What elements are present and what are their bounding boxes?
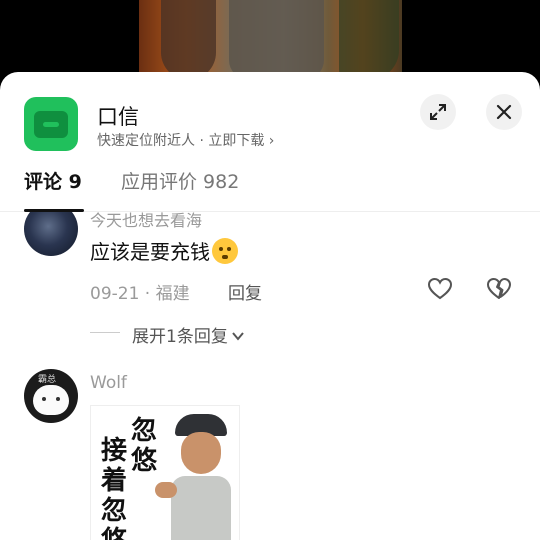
- expand-button[interactable]: [420, 94, 456, 130]
- comment-text-body: 应该是要充钱: [90, 240, 210, 264]
- app-name[interactable]: 口信: [97, 101, 139, 131]
- app-icon-glyph: [34, 111, 68, 138]
- meme-char-glyph: 悠: [99, 526, 129, 540]
- video-person-left: [161, 0, 216, 80]
- meme-image[interactable]: 忽悠 接着忽悠: [90, 405, 240, 540]
- meme-char-glyph: 悠: [130, 446, 157, 476]
- avatar-text: 霸总: [38, 375, 57, 385]
- meme-text-right: 忽悠: [129, 416, 159, 476]
- meme-char-glyph: 着: [100, 466, 127, 496]
- expand-replies-button[interactable]: 展开1条回复: [132, 322, 245, 347]
- meme-text-left: 接着忽悠: [99, 436, 129, 540]
- tab-app-reviews[interactable]: 应用评价 982: [121, 167, 239, 194]
- app-promo-header[interactable]: 口信 快速定位附近人 · 立即下载 ›: [0, 72, 540, 162]
- broken-heart-icon[interactable]: [486, 276, 512, 302]
- expand-divider: [90, 332, 120, 333]
- expand-replies-label: 展开1条回复: [132, 327, 228, 347]
- comment-sheet: 口信 快速定位附近人 · 立即下载 › 评论 9 应用评价 982 今天也想去看…: [0, 72, 540, 540]
- comment-username[interactable]: 今天也想去看海: [90, 212, 202, 231]
- avatar-cartoon-face: [33, 385, 69, 415]
- comment-text: 应该是要充钱: [90, 236, 238, 265]
- app-icon[interactable]: [24, 97, 78, 151]
- avatar[interactable]: 霸总: [24, 369, 78, 423]
- avatar[interactable]: [24, 212, 78, 256]
- comment-meta: 09-21 · 福建: [90, 284, 190, 304]
- meme-body: [171, 476, 231, 540]
- meme-char-glyph: 接: [100, 436, 127, 466]
- meme-hand: [155, 482, 177, 498]
- thinking-emoji-icon: [212, 238, 238, 264]
- close-icon: [496, 104, 512, 120]
- comment-username[interactable]: Wolf: [90, 373, 127, 393]
- meme-char-glyph: 忽: [130, 416, 157, 446]
- reply-button[interactable]: 回复: [228, 279, 262, 304]
- meme-character: [155, 414, 231, 540]
- chevron-down-icon: [232, 332, 244, 341]
- expand-icon: [430, 104, 446, 120]
- meme-char-glyph: 忽: [100, 496, 127, 526]
- tab-bar: 评论 9 应用评价 982: [0, 167, 540, 212]
- video-person-center: [229, 0, 324, 80]
- heart-icon[interactable]: [427, 276, 453, 302]
- meme-head: [181, 432, 221, 474]
- video-foliage: [339, 0, 399, 80]
- comment-list[interactable]: 今天也想去看海 应该是要充钱 09-21 · 福建 回复 展开1条回复 霸总 W…: [0, 212, 540, 540]
- close-button[interactable]: [486, 94, 522, 130]
- tab-comments[interactable]: 评论 9: [24, 167, 82, 194]
- app-download-subtitle[interactable]: 快速定位附近人 · 立即下载 ›: [97, 130, 274, 150]
